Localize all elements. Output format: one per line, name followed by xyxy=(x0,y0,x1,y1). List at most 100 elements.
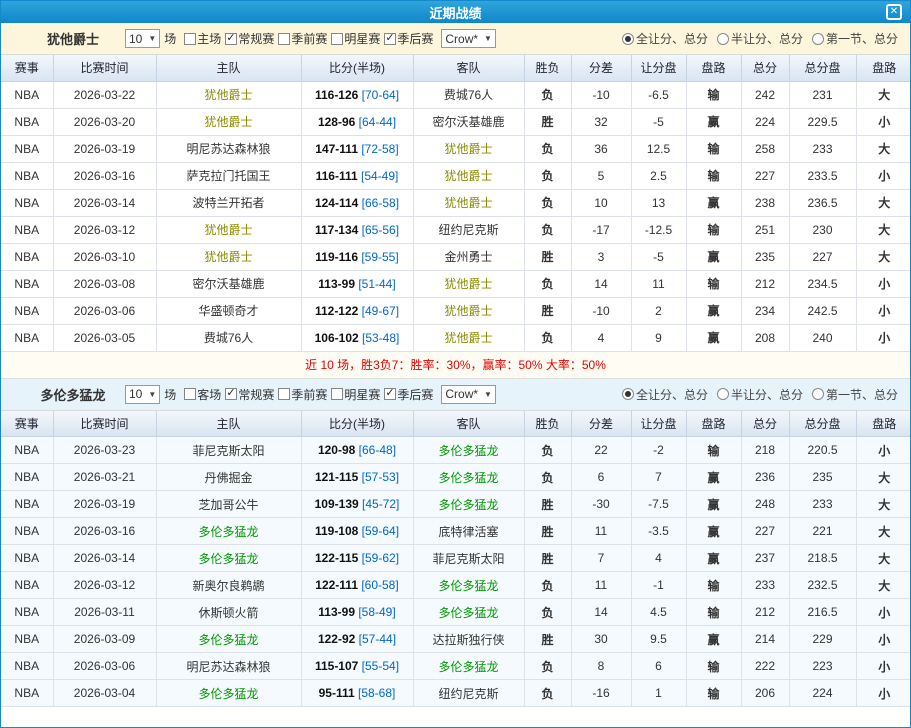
league-cell: NBA xyxy=(1,297,53,324)
checkbox-label: 常规赛 xyxy=(238,386,274,403)
diff-cell: 8 xyxy=(571,653,631,680)
filter-checkbox-常规赛[interactable]: 常规赛 xyxy=(225,30,274,47)
total-result-cell: 小 xyxy=(856,437,911,464)
diff-cell: -17 xyxy=(571,216,631,243)
checkbox-group: 主场常规赛季前赛明星赛季后赛 xyxy=(180,30,433,47)
handicap-cell: 6 xyxy=(631,653,686,680)
date-cell: 2026-03-19 xyxy=(53,135,156,162)
header-row: 赛事比赛时间主队比分(半场)客队胜负分差让分盘盘路总分总分盘盘路 xyxy=(1,411,911,437)
filter-checkbox-季后赛[interactable]: 季后赛 xyxy=(384,30,433,47)
total-result-cell: 大 xyxy=(856,545,911,572)
filter-checkbox-客场[interactable]: 客场 xyxy=(184,386,221,403)
game-row: NBA2026-03-14多伦多猛龙122-115 [59-62]菲尼克斯太阳胜… xyxy=(1,545,911,572)
away-cell: 犹他爵士 xyxy=(413,324,524,351)
result-cell: 负 xyxy=(524,572,571,599)
league-cell: NBA xyxy=(1,572,53,599)
filter-radio-半让分、总分[interactable]: 半让分、总分 xyxy=(717,30,803,47)
summary-row: 近 10 场，胜3负7：胜率：30%，赢率：50% 大率：50% xyxy=(1,352,910,379)
filter-radio-半让分、总分[interactable]: 半让分、总分 xyxy=(717,386,803,403)
filter-checkbox-明星赛[interactable]: 明星赛 xyxy=(331,30,380,47)
column-header: 赛事 xyxy=(1,55,53,81)
handicap-result-cell: 赢 xyxy=(686,243,741,270)
chevron-down-icon: ▼ xyxy=(148,34,156,43)
result-cell: 负 xyxy=(524,216,571,243)
games-count-select[interactable]: 10 ▼ xyxy=(125,29,160,48)
handicap-result-cell: 赢 xyxy=(686,626,741,653)
game-row: NBA2026-03-08密尔沃基雄鹿113-99 [51-44]犹他爵士负14… xyxy=(1,270,911,297)
total-cell: 218 xyxy=(741,437,789,464)
handicap-cell: 11 xyxy=(631,270,686,297)
games-count-select[interactable]: 10 ▼ xyxy=(125,385,160,404)
column-header: 客队 xyxy=(413,411,524,437)
game-row: NBA2026-03-04多伦多猛龙95-111 [58-68]纽约尼克斯负-1… xyxy=(1,680,911,707)
away-cell: 多伦多猛龙 xyxy=(413,599,524,626)
league-cell: NBA xyxy=(1,464,53,491)
handicap-cell: -1 xyxy=(631,572,686,599)
column-header: 比分(半场) xyxy=(301,55,413,81)
column-header: 总分盘 xyxy=(789,411,856,437)
crown-select[interactable]: Crow* ▼ xyxy=(441,385,496,404)
away-cell: 多伦多猛龙 xyxy=(413,491,524,518)
filter-radio-全让分、总分[interactable]: 全让分、总分 xyxy=(622,30,708,47)
score-cell: 117-134 [65-56] xyxy=(301,216,413,243)
radio-label: 第一节、总分 xyxy=(826,30,898,47)
radio-selected-icon xyxy=(622,33,634,45)
handicap-result-cell: 赢 xyxy=(686,518,741,545)
filter-checkbox-季后赛[interactable]: 季后赛 xyxy=(384,386,433,403)
handicap-cell: 13 xyxy=(631,189,686,216)
radio-group: 全让分、总分半让分、总分第一节、总分 xyxy=(613,386,898,403)
date-cell: 2026-03-11 xyxy=(53,599,156,626)
handicap-cell: 1 xyxy=(631,680,686,707)
filter-checkbox-明星赛[interactable]: 明星赛 xyxy=(331,386,380,403)
home-cell: 华盛顿奇才 xyxy=(156,297,301,324)
total-result-cell: 大 xyxy=(856,464,911,491)
total-line-cell: 221 xyxy=(789,518,856,545)
result-cell: 胜 xyxy=(524,243,571,270)
checkbox-checked-icon xyxy=(225,388,237,400)
filter-radio-第一节、总分[interactable]: 第一节、总分 xyxy=(812,386,898,403)
total-cell: 227 xyxy=(741,518,789,545)
close-icon[interactable]: ✕ xyxy=(886,4,902,20)
filter-radio-第一节、总分[interactable]: 第一节、总分 xyxy=(812,30,898,47)
away-cell: 犹他爵士 xyxy=(413,297,524,324)
checkbox-label: 明星赛 xyxy=(344,386,380,403)
game-row: NBA2026-03-06明尼苏达森林狼115-107 [55-54]多伦多猛龙… xyxy=(1,653,911,680)
date-cell: 2026-03-09 xyxy=(53,626,156,653)
filter-checkbox-常规赛[interactable]: 常规赛 xyxy=(225,386,274,403)
home-cell: 丹佛掘金 xyxy=(156,464,301,491)
home-cell: 芝加哥公牛 xyxy=(156,491,301,518)
total-line-cell: 233 xyxy=(789,491,856,518)
result-cell: 负 xyxy=(524,680,571,707)
crown-select-value: Crow* xyxy=(445,387,478,401)
checkbox-label: 季前赛 xyxy=(291,30,327,47)
league-cell: NBA xyxy=(1,243,53,270)
results-table: 赛事比赛时间主队比分(半场)客队胜负分差让分盘盘路总分总分盘盘路 NBA2026… xyxy=(1,55,911,352)
diff-cell: 10 xyxy=(571,189,631,216)
filter-checkbox-主场[interactable]: 主场 xyxy=(184,30,221,47)
total-result-cell: 小 xyxy=(856,680,911,707)
column-header: 客队 xyxy=(413,55,524,81)
handicap-result-cell: 赢 xyxy=(686,108,741,135)
score-cell: 128-96 [64-44] xyxy=(301,108,413,135)
away-cell: 犹他爵士 xyxy=(413,135,524,162)
home-cell: 犹他爵士 xyxy=(156,108,301,135)
away-cell: 达拉斯独行侠 xyxy=(413,626,524,653)
diff-cell: -10 xyxy=(571,297,631,324)
total-line-cell: 240 xyxy=(789,324,856,351)
filter-checkbox-季前赛[interactable]: 季前赛 xyxy=(278,386,327,403)
filter-radio-全让分、总分[interactable]: 全让分、总分 xyxy=(622,386,708,403)
crown-select[interactable]: Crow* ▼ xyxy=(441,29,496,48)
score-cell: 115-107 [55-54] xyxy=(301,653,413,680)
filter-checkbox-季前赛[interactable]: 季前赛 xyxy=(278,30,327,47)
total-result-cell: 小 xyxy=(856,108,911,135)
result-cell: 负 xyxy=(524,599,571,626)
away-cell: 费城76人 xyxy=(413,81,524,108)
total-cell: 234 xyxy=(741,297,789,324)
column-header: 主队 xyxy=(156,411,301,437)
total-cell: 236 xyxy=(741,464,789,491)
total-cell: 214 xyxy=(741,626,789,653)
total-line-cell: 242.5 xyxy=(789,297,856,324)
league-cell: NBA xyxy=(1,626,53,653)
league-cell: NBA xyxy=(1,653,53,680)
total-result-cell: 小 xyxy=(856,297,911,324)
